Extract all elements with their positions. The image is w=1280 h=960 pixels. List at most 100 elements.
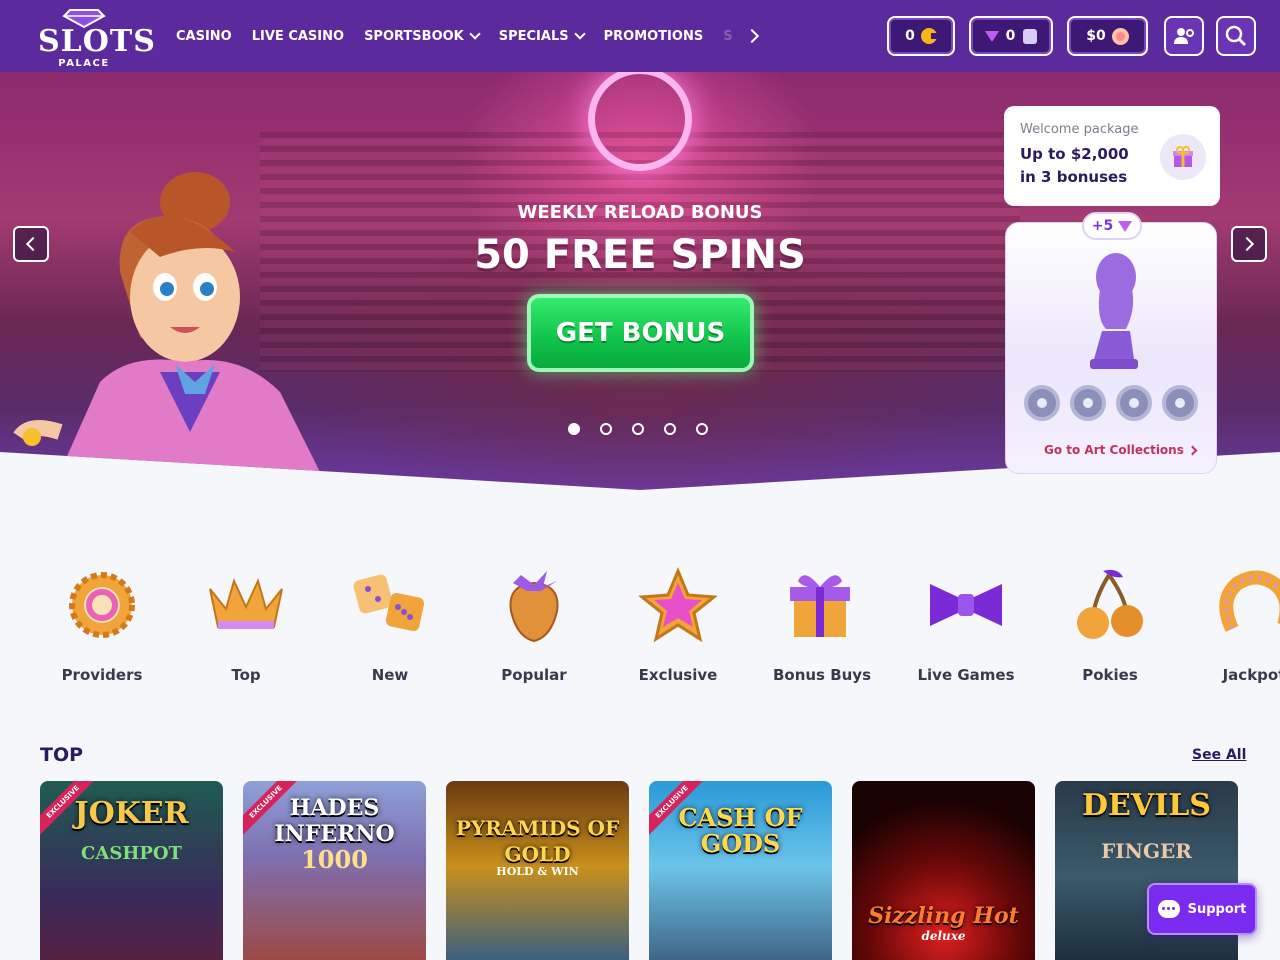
support-button[interactable]: Support	[1147, 883, 1257, 935]
nav-sportsbook-label: SPORTSBOOK	[364, 28, 464, 44]
game-subtitle: CASHPOT	[81, 843, 182, 864]
category-label: Pokies	[1082, 666, 1138, 684]
search-button[interactable]	[1216, 16, 1256, 56]
game-tile[interactable]: CASH OF GODS EXCLUSIVE	[649, 781, 832, 960]
carousel-dots	[568, 423, 728, 435]
gift-icon	[779, 562, 865, 648]
logo-text: SLOTS	[38, 24, 156, 59]
art-collections-link-label: Go to Art Collections	[1044, 443, 1184, 457]
account-button[interactable]	[1164, 16, 1204, 56]
nav-specials[interactable]: SPECIALS	[498, 27, 586, 44]
nav-overflow-item: S	[723, 28, 733, 44]
horseshoe-icon	[1211, 562, 1280, 648]
category-label: New	[371, 666, 409, 684]
game-title: DEVILS	[1082, 788, 1211, 823]
medal-icon	[1162, 385, 1198, 421]
category-label: Providers	[61, 666, 143, 684]
coin-icon	[920, 28, 938, 44]
cash-balance[interactable]: $0	[1067, 16, 1148, 56]
carousel-dot-3[interactable]	[632, 423, 644, 435]
nav-casino-label: CASINO	[176, 28, 232, 44]
nav-scroll-right-icon[interactable]	[744, 28, 759, 44]
art-collection-card[interactable]: Go to Art Collections	[1005, 222, 1217, 474]
game-tile[interactable]: HADES INFERNO 1000 EXCLUSIVE	[243, 781, 426, 960]
game-title: Sizzling Hot	[868, 903, 1019, 929]
hero-subtitle: WEEKLY RELOAD BONUS	[517, 202, 763, 223]
game-subtitle: HOLD & WIN	[496, 865, 579, 878]
nav-promotions-label: PROMOTIONS	[603, 28, 704, 44]
category-bonus-buys[interactable]: Bonus Buys	[750, 562, 894, 702]
category-pokies[interactable]: Pokies	[1038, 562, 1182, 702]
bust-silhouette-icon	[1090, 253, 1138, 369]
game-tile[interactable]: PYRAMIDS OF GOLD HOLD & WIN	[446, 781, 629, 960]
gems-value: 0	[1005, 28, 1016, 44]
hero-title: 50 FREE SPINS	[474, 232, 806, 278]
crown-icon	[203, 562, 289, 648]
gem-icon	[1118, 220, 1133, 232]
carousel-dot-1[interactable]	[568, 423, 580, 435]
art-badge-value: +5	[1091, 218, 1114, 234]
coins-value: 0	[905, 28, 915, 44]
welcome-package-card[interactable]: Welcome package Up to $2,000 in 3 bonuse…	[1004, 106, 1220, 206]
category-providers[interactable]: Providers	[30, 562, 174, 702]
nav-live-casino-label: LIVE CASINO	[251, 28, 345, 44]
category-label: Exclusive	[638, 666, 718, 684]
cash-value: $0	[1086, 28, 1106, 44]
category-exclusive[interactable]: Exclusive	[606, 562, 750, 702]
game-tile[interactable]: Sizzling Hot deluxe	[852, 781, 1035, 960]
medal-icon	[1116, 385, 1152, 421]
chevron-down-icon	[573, 27, 586, 40]
gems-balance[interactable]: 0	[969, 16, 1053, 56]
game-subtitle: deluxe	[921, 929, 966, 943]
carousel-dot-2[interactable]	[600, 423, 612, 435]
nav-casino[interactable]: CASINO	[176, 29, 232, 44]
neon-ring-decoration	[588, 72, 692, 171]
category-label: Popular	[501, 666, 567, 684]
game-subtitle: FINGER	[1101, 839, 1192, 863]
category-label: Bonus Buys	[772, 666, 872, 684]
category-popular[interactable]: Popular	[462, 562, 606, 702]
art-medals	[1024, 385, 1208, 421]
category-new[interactable]: New	[318, 562, 462, 702]
coins-balance[interactable]: 0	[887, 16, 955, 56]
logo[interactable]: SLOTS PALACE	[38, 8, 156, 69]
bag-icon	[1023, 28, 1038, 44]
see-all-link[interactable]: See All	[1192, 747, 1246, 763]
category-label: Jackpot	[1222, 666, 1280, 684]
category-top[interactable]: Top	[174, 562, 318, 702]
top-header: SLOTS PALACE CASINO LIVE CASINO SPORTSBO…	[0, 0, 1280, 72]
category-live-games[interactable]: Live Games	[894, 562, 1038, 702]
donut-icon	[1111, 27, 1129, 45]
medal-icon	[1024, 385, 1060, 421]
category-row: Providers Top New Popular Exclusive Bonu…	[30, 562, 1280, 702]
strawberry-icon	[491, 562, 577, 648]
carousel-prev-button[interactable]	[13, 226, 49, 262]
dice-icon	[347, 562, 433, 648]
game-tile[interactable]: JOKER CASHPOT EXCLUSIVE	[40, 781, 223, 960]
game-title: PYRAMIDS OF GOLD	[455, 816, 620, 866]
star-icon	[635, 562, 721, 648]
main-nav: CASINO LIVE CASINO SPORTSBOOK SPECIALS P…	[176, 26, 759, 46]
category-jackpot[interactable]: Jackpot	[1182, 562, 1280, 702]
carousel-dot-5[interactable]	[696, 423, 708, 435]
search-icon	[1225, 25, 1247, 47]
carousel-next-button[interactable]	[1231, 226, 1267, 262]
bowtie-icon	[923, 562, 1009, 648]
carousel-dot-4[interactable]	[664, 423, 676, 435]
support-label: Support	[1187, 901, 1247, 917]
nav-live-casino[interactable]: LIVE CASINO	[252, 29, 344, 44]
chevron-right-icon	[1239, 236, 1255, 252]
top-games-row: JOKER CASHPOT EXCLUSIVE HADES INFERNO 10…	[40, 781, 1258, 960]
nav-promotions[interactable]: PROMOTIONS	[604, 29, 704, 44]
chat-bubble-icon	[1157, 900, 1180, 918]
welcome-text: Up to $2,000 in 3 bonuses	[1020, 145, 1129, 186]
nav-specials-label: SPECIALS	[498, 28, 569, 44]
nav-sportsbook[interactable]: SPORTSBOOK	[364, 27, 481, 44]
game-title: CASH OF GODS	[678, 803, 803, 858]
top-section-title: TOP	[40, 744, 84, 766]
get-bonus-button[interactable]: GET BONUS	[527, 294, 754, 372]
game-subtitle: 1000	[301, 845, 368, 874]
logo-subtext: PALACE	[58, 58, 110, 69]
chevron-left-icon	[25, 236, 41, 252]
art-collections-link[interactable]: Go to Art Collections	[1044, 443, 1198, 457]
